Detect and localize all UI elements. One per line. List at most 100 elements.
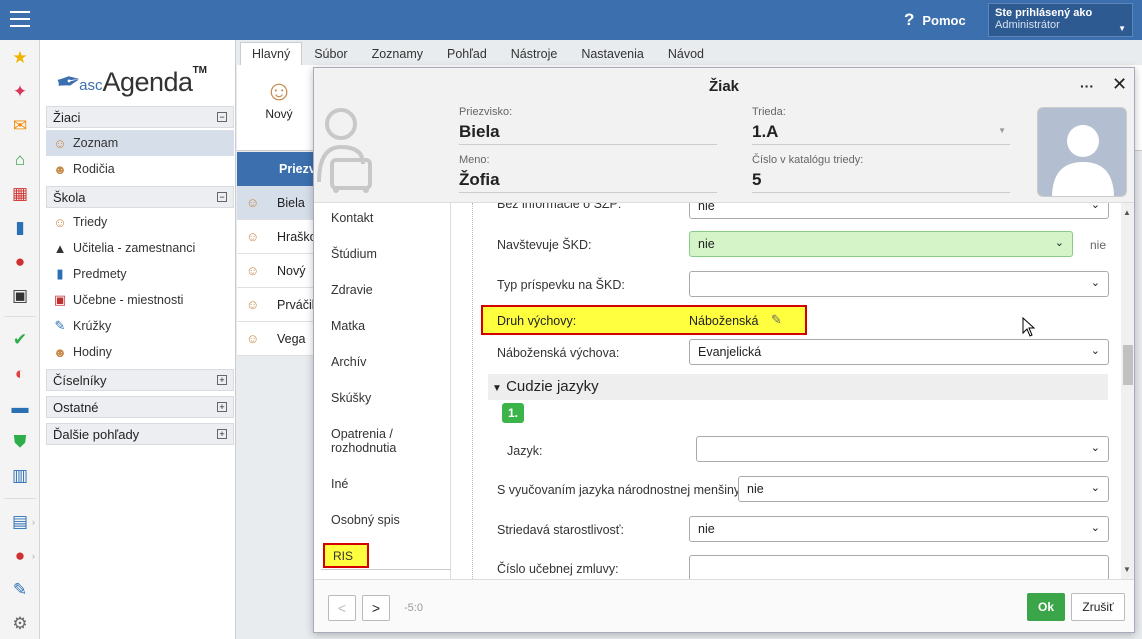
ok-button[interactable]: Ok: [1027, 593, 1065, 621]
nav-item-predmety[interactable]: ▮ Predmety: [46, 261, 234, 287]
shield-icon[interactable]: ⛊: [9, 432, 31, 452]
tab-hlavny[interactable]: Hlavný: [240, 42, 303, 66]
szp-select[interactable]: nie ⌄: [689, 203, 1109, 219]
next-button[interactable]: >: [362, 595, 390, 621]
briefcase-icon[interactable]: ▬: [9, 398, 31, 418]
expand-icon[interactable]: +: [217, 375, 227, 385]
nav-item-zoznam[interactable]: ☺ Zoznam: [46, 130, 234, 156]
section-ziaci[interactable]: Žiaci −: [46, 106, 234, 128]
section-dalsie-pohlady[interactable]: Ďalšie pohľady +: [46, 423, 234, 445]
striedava-select[interactable]: nie ⌄: [689, 516, 1109, 542]
side-tab-opatrenia[interactable]: Opatrenia / rozhodnutia: [321, 427, 411, 455]
gauge-icon[interactable]: ◐: [9, 364, 31, 384]
more-options-icon[interactable]: ···: [1080, 78, 1094, 94]
side-tab-osobny-spis[interactable]: Osobný spis: [321, 513, 451, 527]
collapse-icon[interactable]: −: [217, 112, 227, 122]
ris-form: Bez informácie o ŠZP: nie ⌄ Navštevuje Š…: [464, 203, 1124, 579]
nav-item-hodiny[interactable]: ☻ Hodiny: [46, 339, 234, 365]
edit-pencil-icon[interactable]: ✎: [771, 312, 782, 328]
section-ciselniky[interactable]: Číselníky +: [46, 369, 234, 391]
expand-icon[interactable]: +: [217, 402, 227, 412]
surname-field[interactable]: Priezvisko: Biela: [459, 106, 717, 145]
skd-select[interactable]: nie ⌄: [689, 231, 1073, 257]
language-index-badge: 1.: [502, 403, 524, 423]
side-tab-matka[interactable]: Matka: [321, 319, 451, 333]
schedule-icon[interactable]: ▣: [9, 286, 31, 306]
mensina-select[interactable]: nie ⌄: [738, 476, 1109, 502]
nav-item-rodicia[interactable]: ☻ Rodičia: [46, 156, 234, 182]
section-ostatne[interactable]: Ostatné +: [46, 396, 234, 418]
group-cudzie-jazyky[interactable]: ▼ Cudzie jazyky: [488, 374, 1108, 400]
person-add-icon: ☺: [264, 75, 294, 106]
side-tab-studium[interactable]: Štúdium: [321, 247, 451, 261]
chat-icon[interactable]: ●: [9, 546, 31, 566]
zmluva-input[interactable]: [689, 555, 1109, 579]
table-row[interactable]: ☺ Prváčik: [237, 288, 318, 322]
gear-icon[interactable]: ⚙: [9, 614, 31, 634]
firstname-field[interactable]: Meno: Žofia: [459, 154, 717, 193]
home-icon[interactable]: ⌂: [9, 150, 31, 170]
dialog-footer: < > -5:0 Ok Zrušiť: [314, 579, 1134, 632]
help-button[interactable]: ? Pomoc: [904, 10, 966, 30]
nabozenska-select[interactable]: Evanjelická ⌄: [689, 339, 1109, 365]
hamburger-menu-icon[interactable]: [10, 11, 30, 27]
class-field[interactable]: Trieda: 1.A ▼: [752, 106, 1010, 145]
new-student-button[interactable]: ☺ Nový: [259, 75, 299, 121]
student-icon: ☺: [246, 331, 260, 346]
table-row[interactable]: ☺ Vega: [237, 322, 317, 356]
bar-chart-icon[interactable]: ▥: [9, 466, 31, 486]
check-circle-icon[interactable]: ✔: [9, 330, 31, 350]
tab-pohlad[interactable]: Pohľad: [435, 42, 499, 66]
table-row[interactable]: ☺ Biela: [237, 186, 317, 220]
previous-button[interactable]: <: [328, 595, 356, 621]
jazyk-select[interactable]: ⌄: [696, 436, 1109, 462]
user-menu[interactable]: Ste prihlásený ako Administrátor ▼: [988, 3, 1133, 37]
tab-subor[interactable]: Súbor: [302, 42, 359, 66]
grid-header[interactable]: Priezv: [237, 152, 317, 186]
expand-icon[interactable]: +: [217, 429, 227, 439]
scroll-up-icon[interactable]: ▲: [1123, 208, 1131, 217]
side-tab-ris[interactable]: RIS: [323, 543, 369, 568]
tab-zoznamy[interactable]: Zoznamy: [360, 42, 435, 66]
book-icon[interactable]: ▮: [9, 218, 31, 238]
person-icon[interactable]: ●: [9, 252, 31, 272]
side-tab-skusky[interactable]: Skúšky: [321, 391, 451, 405]
scroll-down-icon[interactable]: ▼: [1123, 565, 1131, 574]
cancel-button[interactable]: Zrušiť: [1071, 593, 1125, 621]
chevron-down-icon: ⌄: [1090, 442, 1100, 454]
mail-icon[interactable]: ✉: [9, 116, 31, 136]
side-tab-ine[interactable]: Iné: [321, 477, 451, 491]
druh-vychovy-row[interactable]: Druh výchovy: Náboženská ✎: [481, 305, 807, 335]
select-value: nie: [698, 203, 715, 213]
nav-item-kruzky[interactable]: ✎ Krúžky: [46, 313, 234, 339]
nav-item-ucebne[interactable]: ▣ Učebne - miestnosti: [46, 287, 234, 313]
side-tab-kontakt[interactable]: Kontakt: [321, 211, 451, 225]
pen-icon[interactable]: ✎: [9, 580, 31, 600]
form-scrollbar[interactable]: ▲ ▼: [1121, 203, 1134, 579]
tab-nastavenia[interactable]: Nastavenia: [569, 42, 656, 66]
section-skola[interactable]: Škola −: [46, 186, 234, 208]
skd-previous-value: nie: [1090, 238, 1107, 252]
prispevok-select[interactable]: ⌄: [689, 271, 1109, 297]
tab-nastroje[interactable]: Nástroje: [499, 42, 570, 66]
rail-divider: [4, 316, 36, 317]
user-name: Administrátor: [995, 19, 1060, 31]
tab-navod[interactable]: Návod: [656, 42, 716, 66]
nav-item-ucitelia[interactable]: ▲ Učitelia - zamestnanci: [46, 235, 234, 261]
catalog-number-field[interactable]: Číslo v katalógu triedy: 5: [752, 154, 1010, 193]
star-icon[interactable]: ★: [9, 48, 31, 68]
close-icon[interactable]: ✕: [1112, 74, 1127, 95]
table-row[interactable]: ☺ Nový: [237, 254, 317, 288]
student-photo[interactable]: [1037, 107, 1127, 197]
nav-item-triedy[interactable]: ☺ Triedy: [46, 209, 234, 235]
side-tab-zdravie[interactable]: Zdravie: [321, 283, 451, 297]
side-tab-archiv[interactable]: Archív: [321, 355, 451, 369]
magic-wand-icon[interactable]: ✦: [9, 82, 31, 102]
calendar-icon[interactable]: ▦: [9, 184, 31, 204]
question-icon: ?: [904, 10, 915, 29]
table-row[interactable]: ☺ Hraško: [237, 220, 317, 254]
nav-item-label: Učitelia - zamestnanci: [73, 241, 196, 255]
open-book-icon[interactable]: ▤: [9, 512, 31, 532]
scrollbar-thumb[interactable]: [1123, 345, 1133, 385]
collapse-icon[interactable]: −: [217, 192, 227, 202]
